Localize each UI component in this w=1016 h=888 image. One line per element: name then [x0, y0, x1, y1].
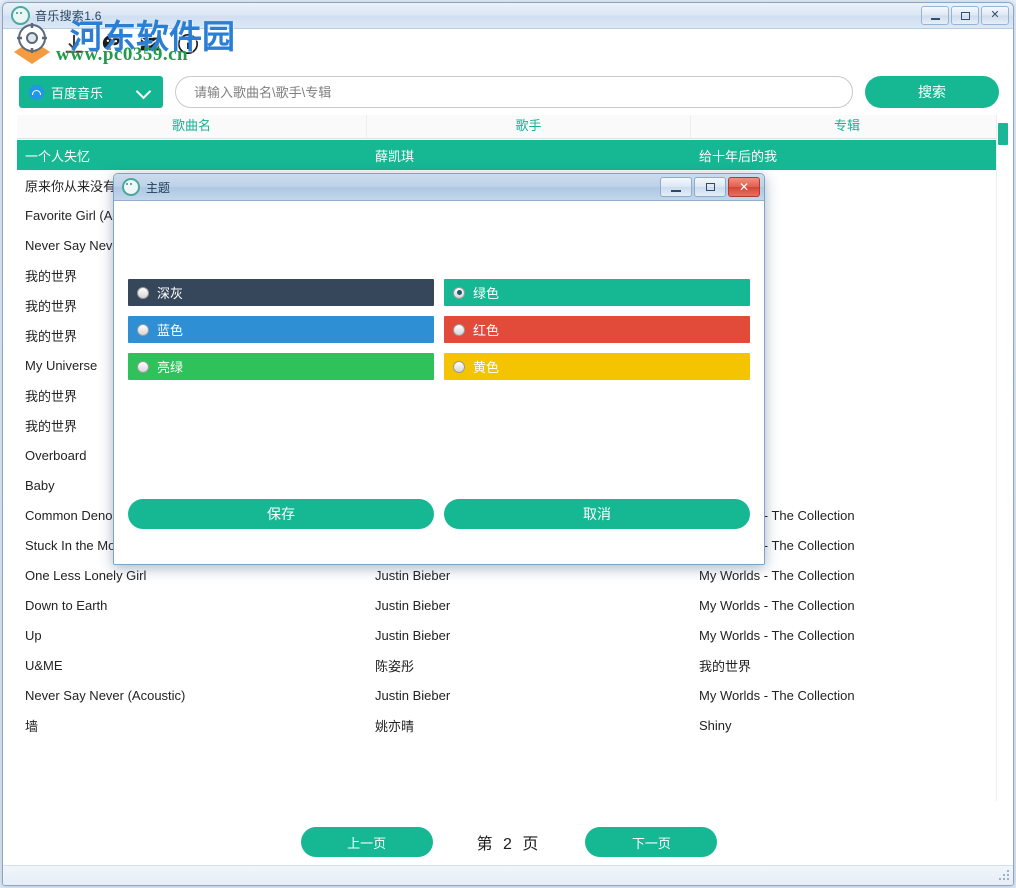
- app-disc-icon: [11, 6, 30, 25]
- theme-dialog-close-button[interactable]: ✕: [728, 177, 760, 197]
- cell-album: My Worlds - The Collection: [699, 627, 855, 643]
- cell-album: My Worlds - The Collection: [699, 567, 855, 583]
- prev-page-button[interactable]: 上一页: [300, 827, 433, 857]
- theme-option[interactable]: 蓝色: [128, 316, 434, 343]
- theme-dialog-actions: 保存 取消: [128, 499, 750, 529]
- radio-button-icon[interactable]: [453, 360, 465, 373]
- maximize-button[interactable]: [951, 6, 979, 25]
- cell-artist: 姚亦晴: [375, 718, 415, 734]
- table-row[interactable]: Down to Earth Justin Bieber My Worlds - Th…: [17, 590, 1003, 620]
- table-row[interactable]: 一个人失忆 薛凯琪 给十年后的我: [17, 140, 1003, 170]
- application-window: 音乐搜索1.6 ✕ 百度音乐 请输入歌曲名\歌手\专辑 搜索 歌曲名 歌手 专辑…: [0, 0, 1016, 888]
- theme-dialog-minimize-button[interactable]: [660, 177, 692, 197]
- theme-option[interactable]: 深灰: [128, 279, 434, 306]
- theme-options-grid: 深灰 绿色蓝色 红色亮绿 黄色: [128, 279, 750, 380]
- pagination: 上一页 第 2 页 下一页: [3, 827, 1013, 857]
- cell-artist: Justin Bieber: [375, 597, 451, 613]
- cell-song: One Less Lonely Girl: [25, 567, 147, 583]
- window-titlebar: 音乐搜索1.6 ✕: [3, 3, 1013, 29]
- theme-option-label: 深灰: [157, 286, 184, 301]
- mail-icon[interactable]: [139, 33, 161, 55]
- search-bar: 百度音乐 搜索: [3, 73, 1013, 111]
- theme-option[interactable]: 亮绿: [128, 353, 434, 380]
- theme-dialog-title: 主题: [146, 180, 171, 195]
- theme-disc-icon: [122, 178, 140, 196]
- page-indicator: 第 2 页: [476, 836, 542, 853]
- cell-album: My Worlds - The Collection: [699, 597, 855, 613]
- theme-dialog: 主题 ✕ 深灰 绿色蓝色 红色亮绿 黄色 保存 取消: [113, 173, 765, 565]
- cell-artist: 薛凯琪: [375, 148, 415, 164]
- cell-song: 墙: [25, 718, 39, 734]
- radio-button-icon[interactable]: [137, 286, 149, 299]
- radio-button-icon[interactable]: [453, 286, 465, 299]
- cell-artist: Justin Bieber: [375, 627, 451, 643]
- table-row[interactable]: U&ME 陈姿彤 我的世界: [17, 650, 1003, 680]
- theme-option-label: 绿色: [473, 286, 500, 301]
- cell-song: Never Say Never (Acoustic): [25, 687, 186, 703]
- cell-song: Up: [25, 627, 42, 643]
- search-input[interactable]: [175, 76, 853, 108]
- results-table-header: 歌曲名 歌手 专辑: [17, 115, 1003, 139]
- table-row[interactable]: 墙 姚亦晴 Shiny: [17, 710, 1003, 740]
- theme-option-label: 黄色: [473, 360, 500, 375]
- theme-cancel-button[interactable]: 取消: [444, 499, 750, 529]
- info-icon[interactable]: [177, 33, 199, 55]
- theme-option-label: 红色: [473, 323, 500, 338]
- radio-button-icon[interactable]: [137, 360, 149, 373]
- theme-dialog-body: 深灰 绿色蓝色 红色亮绿 黄色 保存 取消: [114, 201, 764, 564]
- theme-option-label: 蓝色: [157, 323, 184, 338]
- download-icon[interactable]: [63, 33, 85, 55]
- theme-save-button[interactable]: 保存: [128, 499, 434, 529]
- theme-dialog-maximize-button[interactable]: [694, 177, 726, 197]
- cell-song: U&ME: [25, 657, 63, 673]
- palette-icon[interactable]: [101, 33, 123, 55]
- settings-gear-icon[interactable]: [25, 33, 47, 55]
- close-button[interactable]: ✕: [981, 6, 1009, 25]
- table-row[interactable]: Up Justin Bieber My Worlds - The Collectio…: [17, 620, 1003, 650]
- cell-artist: Justin Bieber: [375, 687, 451, 703]
- window-title: 音乐搜索1.6: [35, 9, 102, 23]
- cell-artist: 陈姿彤: [375, 658, 415, 674]
- cell-artist: Justin Bieber: [375, 567, 451, 583]
- toolbar: [25, 33, 199, 55]
- cell-song: Down to Earth: [25, 597, 108, 613]
- table-row[interactable]: Never Say Never (Acoustic) Justin Bieber M…: [17, 680, 1003, 710]
- minimize-button[interactable]: [921, 6, 949, 25]
- scrollbar-thumb[interactable]: [998, 123, 1008, 145]
- column-header-song[interactable]: 歌曲名: [17, 115, 367, 138]
- cell-song: 一个人失忆: [25, 148, 91, 164]
- music-source-dropdown[interactable]: 百度音乐: [19, 76, 163, 108]
- main-window-frame: 音乐搜索1.6 ✕ 百度音乐 请输入歌曲名\歌手\专辑 搜索 歌曲名 歌手 专辑…: [2, 2, 1014, 886]
- music-source-label: 百度音乐: [51, 85, 104, 101]
- radio-button-icon[interactable]: [453, 323, 465, 336]
- resize-grip[interactable]: [999, 870, 1012, 883]
- theme-dialog-controls: ✕: [660, 177, 760, 197]
- theme-option[interactable]: 黄色: [444, 353, 750, 380]
- status-bar: [3, 865, 1013, 885]
- window-controls: ✕: [921, 6, 1009, 25]
- cell-album: My Worlds - The Collection: [699, 687, 855, 703]
- cell-album: 给十年后的我: [699, 148, 778, 164]
- search-button[interactable]: 搜索: [865, 76, 999, 108]
- cell-album: 我的世界: [699, 658, 752, 674]
- theme-dialog-titlebar: 主题 ✕: [114, 174, 764, 201]
- chevron-down-icon: [135, 83, 152, 100]
- vertical-scrollbar[interactable]: [996, 115, 1009, 801]
- baidu-music-icon: [29, 84, 44, 100]
- theme-option[interactable]: 绿色: [444, 279, 750, 306]
- theme-option-label: 亮绿: [157, 360, 184, 375]
- theme-option[interactable]: 红色: [444, 316, 750, 343]
- column-header-artist[interactable]: 歌手: [367, 115, 691, 138]
- column-header-album[interactable]: 专辑: [691, 115, 1003, 138]
- next-page-button[interactable]: 下一页: [585, 827, 718, 857]
- cell-album: Shiny: [699, 717, 732, 733]
- radio-button-icon[interactable]: [137, 323, 149, 336]
